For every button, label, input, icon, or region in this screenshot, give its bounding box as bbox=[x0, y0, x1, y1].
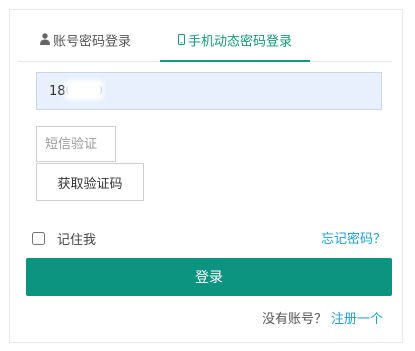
remember-me[interactable]: 记住我 bbox=[30, 228, 96, 248]
remember-me-label: 记住我 bbox=[57, 232, 97, 248]
login-button[interactable]: 登录 bbox=[26, 258, 392, 296]
sms-code-input[interactable] bbox=[36, 126, 116, 162]
register-link[interactable]: 注册一个 bbox=[331, 312, 383, 327]
user-icon bbox=[40, 22, 50, 62]
tab-account-label: 账号密码登录 bbox=[53, 34, 132, 50]
remember-me-checkbox[interactable] bbox=[32, 231, 45, 245]
login-tabs: 账号密码登录 手机动态密码登录 bbox=[18, 22, 392, 62]
no-account-text: 没有账号？ bbox=[262, 312, 328, 327]
tab-mobile-label: 手机动态密码登录 bbox=[187, 34, 292, 50]
forgot-password-link[interactable]: 忘记密码？ bbox=[321, 228, 386, 247]
get-code-button[interactable]: 获取验证码 bbox=[36, 163, 144, 201]
tab-account-password[interactable]: 账号密码登录 bbox=[40, 22, 131, 62]
phone-number-mask bbox=[65, 80, 103, 100]
tab-mobile-code[interactable]: 手机动态密码登录 bbox=[160, 22, 310, 62]
signup-row: 没有账号？ 注册一个 bbox=[262, 308, 383, 327]
mobile-phone-icon bbox=[177, 22, 185, 62]
